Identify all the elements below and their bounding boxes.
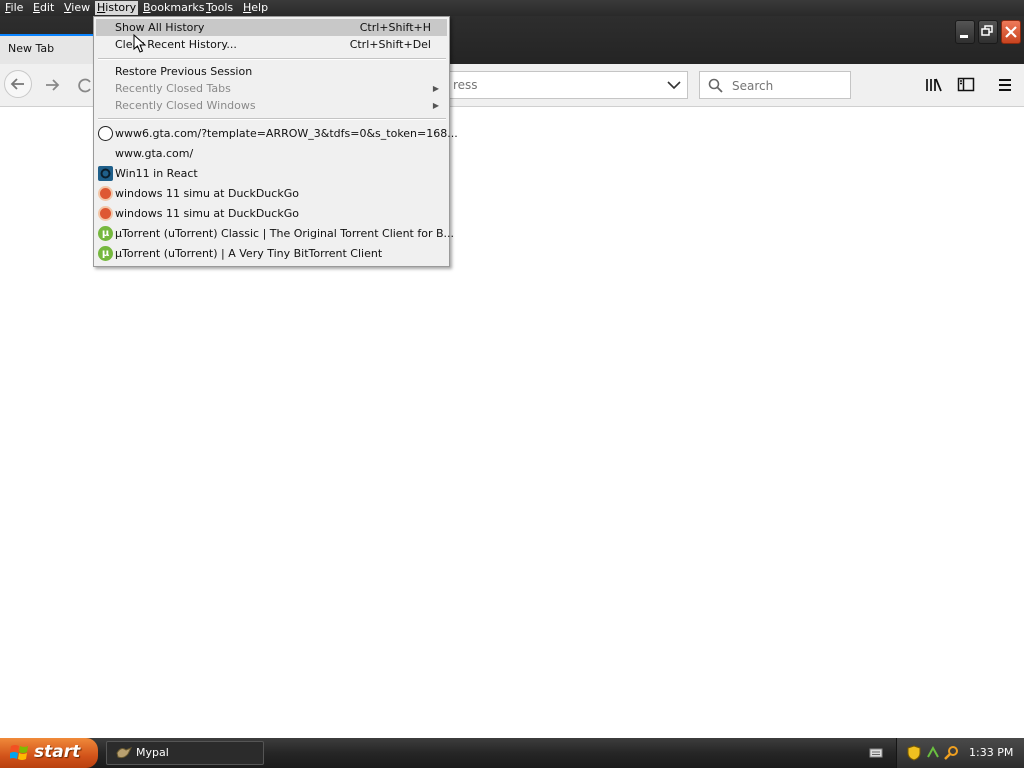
menu-item-label: Recently Closed Tabs: [115, 82, 231, 95]
sidebar-button[interactable]: [957, 76, 975, 94]
back-arrow-icon: [10, 78, 24, 90]
history-entry-label: windows 11 simu at DuckDuckGo: [115, 187, 299, 200]
menu-edit[interactable]: Edit: [33, 1, 54, 15]
url-bar[interactable]: [440, 71, 688, 99]
search-icon: [708, 78, 723, 93]
menu-history[interactable]: History: [95, 1, 139, 15]
taskbar-clock[interactable]: 1:33 PM: [969, 746, 1013, 759]
menu-file[interactable]: File: [5, 1, 23, 15]
submenu-arrow-icon: ▶: [432, 101, 439, 110]
menu-item-label: Show All History: [115, 21, 205, 34]
library-icon: [926, 78, 942, 92]
history-entry[interactable]: windows 11 simu at DuckDuckGo: [96, 184, 447, 203]
history-entry-label: windows 11 simu at DuckDuckGo: [115, 207, 299, 220]
start-button[interactable]: start: [0, 738, 98, 768]
history-entry-label: Win11 in React: [115, 167, 198, 180]
mouse-pointer-icon: [133, 34, 147, 53]
duckduckgo-icon: [98, 206, 113, 221]
tab-label: New Tab: [8, 42, 55, 55]
history-entry[interactable]: Win11 in React: [96, 164, 447, 183]
library-button[interactable]: [925, 76, 943, 94]
menu-bar: File Edit View History Bookmarks Tools H…: [0, 0, 1024, 16]
mypal-app-icon: [116, 747, 132, 759]
back-button[interactable]: [4, 70, 32, 98]
hamburger-menu-button[interactable]: [996, 76, 1014, 94]
menu-item-restore-session[interactable]: Restore Previous Session: [96, 63, 447, 80]
menu-item-label: Recently Closed Windows: [115, 99, 256, 112]
network-icon[interactable]: [926, 745, 940, 761]
restore-icon: [981, 25, 993, 36]
menu-view[interactable]: View: [64, 1, 90, 15]
restore-button[interactable]: [978, 20, 998, 44]
menu-item-recently-closed-tabs[interactable]: Recently Closed Tabs ▶: [96, 80, 447, 97]
history-entry-label: www6.gta.com/?template=ARROW_3&tdfs=0&s_…: [115, 127, 458, 140]
utorrent-icon: µ: [98, 246, 113, 261]
tab-new-tab[interactable]: New Tab: [0, 34, 94, 64]
search-bar[interactable]: [699, 71, 851, 100]
menu-item-shortcut: Ctrl+Shift+H: [359, 21, 431, 34]
chevron-down-icon[interactable]: [667, 80, 681, 90]
hamburger-icon: [999, 79, 1011, 91]
history-entry[interactable]: windows 11 simu at DuckDuckGo: [96, 204, 447, 223]
url-input[interactable]: [441, 72, 661, 98]
react-icon: [98, 166, 113, 181]
close-icon: [1005, 26, 1017, 38]
history-entry[interactable]: µ µTorrent (uTorrent) | A Very Tiny BitT…: [96, 244, 447, 263]
taskbar: start Mypal 1:33 PM: [0, 738, 1024, 768]
history-entry-label: µTorrent (uTorrent) Classic | The Origin…: [115, 227, 455, 240]
windows-logo-icon: [10, 745, 28, 760]
duckduckgo-icon: [98, 186, 113, 201]
sidebar-icon: [957, 77, 975, 92]
submenu-arrow-icon: ▶: [432, 84, 439, 93]
menu-bookmarks[interactable]: Bookmarks: [143, 1, 204, 15]
menu-help[interactable]: Help: [243, 1, 268, 15]
forward-arrow-icon: [46, 79, 60, 91]
minimize-icon: [960, 35, 968, 38]
keyboard-icon[interactable]: [869, 746, 883, 760]
search-input[interactable]: [730, 72, 849, 100]
system-tray: 1:33 PM: [896, 738, 1024, 768]
history-entry[interactable]: www.gta.com/: [96, 144, 447, 163]
menu-item-recently-closed-windows[interactable]: Recently Closed Windows ▶: [96, 97, 447, 114]
menu-separator: [98, 118, 446, 120]
utorrent-icon: µ: [98, 226, 113, 241]
shield-icon[interactable]: [907, 745, 921, 761]
close-button[interactable]: [1001, 20, 1021, 44]
menu-item-label: Restore Previous Session: [115, 65, 253, 78]
menu-item-shortcut: Ctrl+Shift+Del: [349, 38, 431, 51]
taskbar-item-mypal[interactable]: Mypal: [106, 741, 264, 765]
history-entry-label: µTorrent (uTorrent) | A Very Tiny BitTor…: [115, 247, 383, 260]
forward-button[interactable]: [40, 72, 66, 98]
search-tray-icon[interactable]: [944, 745, 960, 761]
globe-icon: [98, 126, 113, 141]
taskbar-item-label: Mypal: [136, 746, 169, 759]
history-entry[interactable]: µ µTorrent (uTorrent) Classic | The Orig…: [96, 224, 454, 243]
history-entry[interactable]: www6.gta.com/?template=ARROW_3&tdfs=0&s_…: [96, 124, 458, 143]
menu-item-show-all-history[interactable]: Show All History Ctrl+Shift+H: [96, 19, 447, 36]
history-entry-label: www.gta.com/: [115, 147, 194, 160]
start-label: start: [34, 742, 81, 762]
menu-separator: [98, 58, 446, 60]
menu-tools[interactable]: Tools: [206, 1, 233, 15]
minimize-button[interactable]: [955, 20, 975, 44]
menu-item-clear-recent-history[interactable]: Clear Recent History... Ctrl+Shift+Del: [96, 36, 447, 53]
